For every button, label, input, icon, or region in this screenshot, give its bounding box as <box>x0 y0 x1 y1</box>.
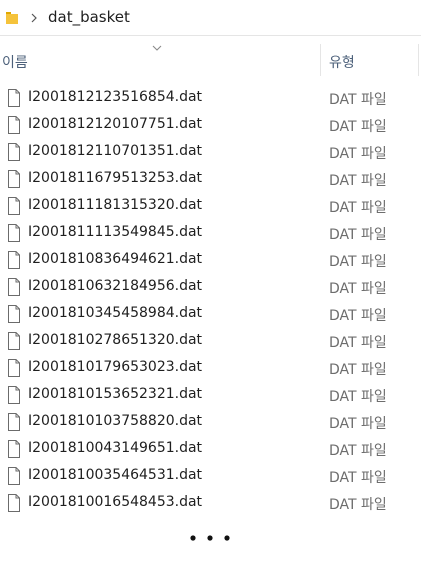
file-type: DAT 파일 <box>329 119 387 135</box>
address-divider <box>0 35 421 36</box>
file-row[interactable]: I2001810836494621.dat DAT 파일 <box>0 247 421 274</box>
column-divider[interactable] <box>418 44 419 76</box>
file-name[interactable]: I2001812123516854.dat <box>28 89 202 105</box>
column-header-name[interactable]: 이름 <box>2 52 28 72</box>
file-icon <box>8 413 20 431</box>
folder-icon <box>6 12 18 24</box>
file-icon <box>8 278 20 296</box>
file-type: DAT 파일 <box>329 443 387 459</box>
file-row[interactable]: I2001810043149651.dat DAT 파일 <box>0 436 421 463</box>
file-row[interactable]: I2001810016548453.dat DAT 파일 <box>0 490 421 517</box>
file-type: DAT 파일 <box>329 362 387 378</box>
file-name[interactable]: I2001810632184956.dat <box>28 278 202 294</box>
file-icon <box>8 89 20 107</box>
file-type: DAT 파일 <box>329 227 387 243</box>
file-type: DAT 파일 <box>329 308 387 324</box>
file-row[interactable]: I2001811181315320.dat DAT 파일 <box>0 193 421 220</box>
file-type: DAT 파일 <box>329 281 387 297</box>
file-type: DAT 파일 <box>329 416 387 432</box>
file-icon <box>8 116 20 134</box>
address-path[interactable]: dat_basket <box>48 8 130 26</box>
file-row[interactable]: I2001810035464531.dat DAT 파일 <box>0 463 421 490</box>
file-name[interactable]: I2001810103758820.dat <box>28 413 202 429</box>
file-name[interactable]: I2001810836494621.dat <box>28 251 202 267</box>
file-name[interactable]: I2001810016548453.dat <box>28 494 202 510</box>
file-type: DAT 파일 <box>329 470 387 486</box>
file-name[interactable]: I2001812110701351.dat <box>28 143 202 159</box>
file-icon <box>8 359 20 377</box>
file-row[interactable]: I2001810103758820.dat DAT 파일 <box>0 409 421 436</box>
address-bar[interactable]: dat_basket <box>0 0 421 36</box>
file-row[interactable]: I2001810153652321.dat DAT 파일 <box>0 382 421 409</box>
column-divider[interactable] <box>320 44 321 76</box>
file-type: DAT 파일 <box>329 200 387 216</box>
column-header-type[interactable]: 유형 <box>329 52 355 72</box>
file-list: I2001812123516854.dat DAT 파일 I200181212010… <box>0 85 421 517</box>
file-icon <box>8 197 20 215</box>
file-icon <box>8 305 20 323</box>
file-name[interactable]: I2001810345458984.dat <box>28 305 202 321</box>
file-name[interactable]: I2001810153652321.dat <box>28 386 202 402</box>
file-icon <box>8 332 20 350</box>
file-row[interactable]: I2001810179653023.dat DAT 파일 <box>0 355 421 382</box>
file-icon <box>8 494 20 512</box>
file-type: DAT 파일 <box>329 146 387 162</box>
file-type: DAT 파일 <box>329 497 387 513</box>
file-name[interactable]: I2001810179653023.dat <box>28 359 202 375</box>
file-icon <box>8 440 20 458</box>
file-name[interactable]: I2001810043149651.dat <box>28 440 202 456</box>
file-row[interactable]: I2001810632184956.dat DAT 파일 <box>0 274 421 301</box>
file-icon <box>8 467 20 485</box>
column-header: 이름 유형 <box>0 44 421 76</box>
file-row[interactable]: I2001811113549845.dat DAT 파일 <box>0 220 421 247</box>
file-name[interactable]: I2001810278651320.dat <box>28 332 202 348</box>
file-row[interactable]: I2001812123516854.dat DAT 파일 <box>0 85 421 112</box>
file-name[interactable]: I2001811113549845.dat <box>28 224 202 240</box>
file-icon <box>8 251 20 269</box>
file-icon <box>8 170 20 188</box>
chevron-down-icon <box>152 45 162 51</box>
file-icon <box>8 143 20 161</box>
file-icon <box>8 386 20 404</box>
file-type: DAT 파일 <box>329 254 387 270</box>
file-icon <box>8 224 20 242</box>
file-type: DAT 파일 <box>329 92 387 108</box>
file-type: DAT 파일 <box>329 389 387 405</box>
file-row[interactable]: I2001811679513253.dat DAT 파일 <box>0 166 421 193</box>
file-type: DAT 파일 <box>329 335 387 351</box>
file-row[interactable]: I2001810345458984.dat DAT 파일 <box>0 301 421 328</box>
file-name[interactable]: I2001811679513253.dat <box>28 170 202 186</box>
file-name[interactable]: I2001810035464531.dat <box>28 467 202 483</box>
file-type: DAT 파일 <box>329 173 387 189</box>
file-row[interactable]: I2001810278651320.dat DAT 파일 <box>0 328 421 355</box>
file-row[interactable]: I2001812120107751.dat DAT 파일 <box>0 112 421 139</box>
chevron-right-icon[interactable] <box>30 11 38 25</box>
file-name[interactable]: I2001812120107751.dat <box>28 116 202 132</box>
ellipsis-icon <box>190 535 230 541</box>
file-name[interactable]: I2001811181315320.dat <box>28 197 202 213</box>
file-row[interactable]: I2001812110701351.dat DAT 파일 <box>0 139 421 166</box>
